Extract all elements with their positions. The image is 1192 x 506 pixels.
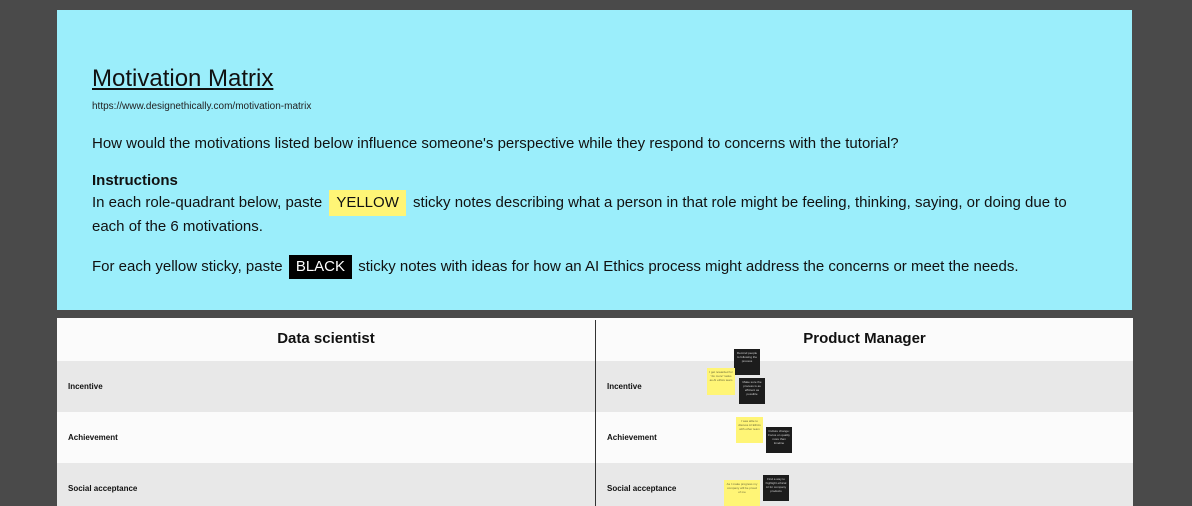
instructions-part-1: In each role-quadrant below, paste [92,194,323,211]
instructions-panel: Motivation Matrix https://www.designethi… [57,10,1132,310]
instructions2-part-2: sticky notes with ideas for how an AI Et… [358,258,1019,275]
column-header-data-scientist: Data scientist [57,318,595,360]
sticky-note-black[interactable]: Culture change: Focus on quality more th… [766,427,792,453]
sticky-note-yellow[interactable]: I was able to discuss AI Ethics with oth… [736,417,763,443]
sticky-note-black[interactable]: Remind people to following the process [734,349,760,375]
black-tag: BLACK [288,255,353,279]
column-divider [595,320,596,506]
sticky-note-yellow[interactable]: As I make progress my company will be pr… [724,480,760,506]
sticky-note-black[interactable]: Find a way to highlight ethical AI for c… [763,475,789,501]
column-header-product-manager: Product Manager [596,318,1133,360]
source-url[interactable]: https://www.designethically.com/motivati… [92,101,311,112]
row-label-incentive-pm: Incentive [607,382,642,391]
instructions-heading: Instructions [92,172,178,189]
instructions-text: In each role-quadrant below, paste YELLO… [92,190,1092,237]
sticky-note-black[interactable]: Make sure the process is as efficient as… [739,378,765,404]
guiding-question: How would the motivations listed below i… [92,135,899,152]
yellow-tag: YELLOW [329,190,406,216]
page-title: Motivation Matrix [92,65,274,92]
instructions-text-2: For each yellow sticky, paste BLACK stic… [92,254,1132,280]
row-label-achievement-pm: Achievement [607,433,657,442]
sticky-note-yellow[interactable]: I get rewarded for "do more" tasks as AI… [707,368,735,395]
instructions2-part-1: For each yellow sticky, paste [92,258,283,275]
row-label-social-acceptance-pm: Social acceptance [607,484,677,493]
row-label-social-acceptance: Social acceptance [68,484,138,493]
row-label-achievement: Achievement [68,433,118,442]
motivation-matrix: Data scientist Product Manager Incentive… [57,318,1133,506]
row-label-incentive: Incentive [68,382,103,391]
